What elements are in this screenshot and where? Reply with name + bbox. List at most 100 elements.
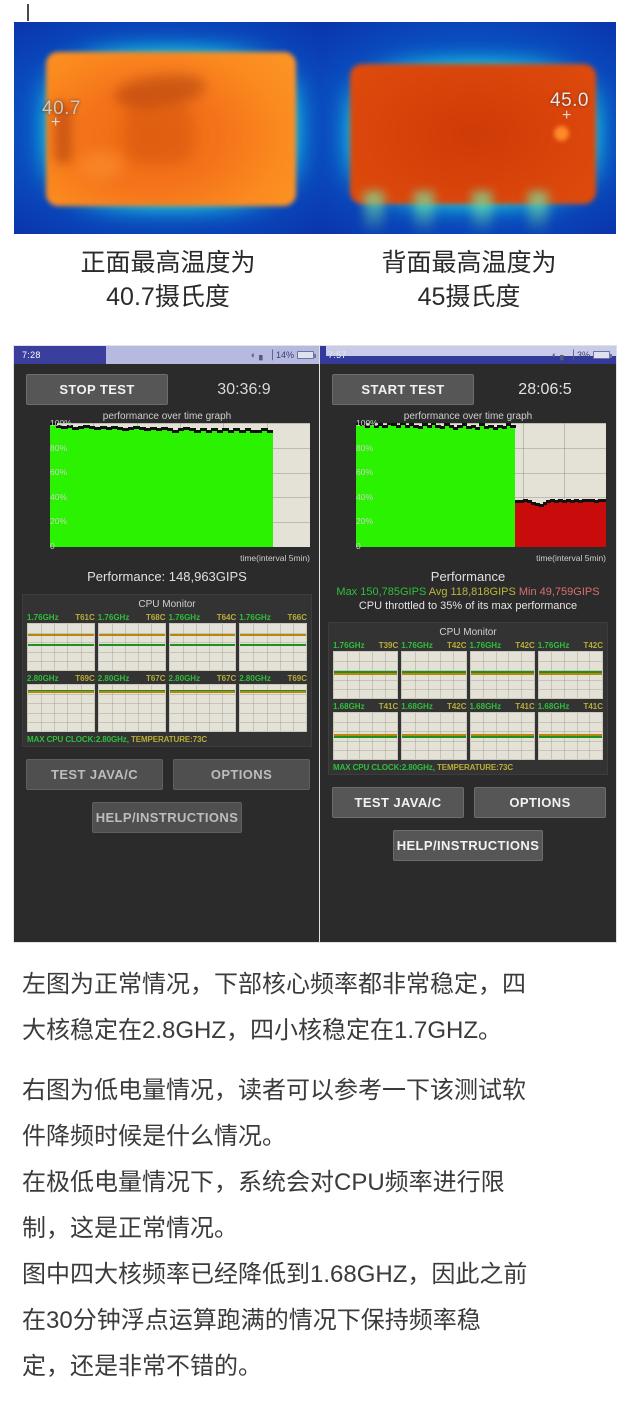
- cpu-core-header: 1.68GHz T41C: [333, 702, 398, 712]
- cpu-core-frequency: 2.80GHz: [27, 674, 59, 683]
- action-buttons-left: TEST JAVA/C OPTIONS: [26, 759, 310, 790]
- cpu-core-load-line: [402, 673, 466, 676]
- cpu-core-load-line: [240, 634, 306, 637]
- paragraph-2-line-2: 件降频时候是什么情况。: [22, 1123, 286, 1150]
- cpu-core-temperature: T42C: [515, 641, 535, 650]
- performance-chart-right: performance over time graph 100% 80% 60%…: [328, 411, 608, 563]
- stat-max: Max 150,785GIPS: [336, 586, 427, 598]
- phone-screenshot-lowbattery: 7:57 ◐ ▖▕ 3% START TEST 28:06:5 performa…: [320, 346, 616, 942]
- cpu-core-plot: [27, 623, 95, 671]
- battery-icon: [593, 351, 612, 359]
- cpu-core-load-line: [334, 673, 398, 676]
- max-cpu-clock: MAX CPU CLOCK:2.80GHz,: [27, 735, 129, 744]
- thermal-hotspot: [554, 126, 569, 141]
- battery-percent: 14%: [275, 350, 294, 360]
- cpu-core-header: 1.76GHz T66C: [239, 613, 307, 623]
- cpu-core-plot: [469, 712, 535, 760]
- cpu-core-temperature: T39C: [378, 641, 399, 650]
- top-controls: STOP TEST 30:36:9: [14, 364, 320, 411]
- cpu-core-cell: 1.76GHz T42C: [401, 641, 467, 699]
- cpu-core-frequency: 2.80GHz: [239, 674, 271, 683]
- cpu-core-header: 1.76GHz T39C: [333, 641, 398, 651]
- cpu-core-cell: 1.68GHz T41C: [333, 702, 399, 760]
- cpu-core-temperature: T69C: [75, 674, 95, 683]
- cpu-core-cell: 2.80GHz T67C: [168, 674, 237, 732]
- paragraph-4-line-2: 在30分钟浮点运算跑满的情况下保持频率稳: [22, 1307, 481, 1334]
- cpu-core-frequency: 1.68GHz: [469, 702, 502, 711]
- test-java-c-button[interactable]: TEST JAVA/C: [26, 759, 163, 790]
- cpu-core-frequency: 2.80GHz: [97, 674, 130, 683]
- cpu-core-frequency-line: [470, 736, 534, 738]
- cpu-core-temperature: T41C: [583, 702, 603, 711]
- performance-stats: Max 150,785GIPS Avg 118,818GIPS Min 49,7…: [320, 586, 616, 598]
- top-controls: START TEST 28:06:5: [320, 364, 616, 411]
- cpu-core-plot: [537, 712, 603, 760]
- cpu-core-header: 2.80GHz T69C: [27, 674, 95, 684]
- cpu-core-plot: [333, 712, 399, 760]
- cpu-core-plot: [401, 712, 467, 760]
- performance-summary: Performance: 148,963GIPS: [87, 569, 247, 584]
- cpu-core-frequency: 1.76GHz: [469, 641, 502, 650]
- cpu-core-frequency-line: [240, 644, 306, 647]
- caption-back: 背面最高温度为 45摄氏度: [322, 246, 616, 314]
- cpu-core-cell: 1.76GHz T42C: [469, 641, 535, 699]
- cpu-core-load-line: [28, 691, 94, 694]
- wifi-icon: ◐: [551, 350, 558, 360]
- cpu-core-plot: [469, 651, 535, 699]
- cpu-core-load-line: [240, 691, 306, 694]
- status-bar: 7:57 ◐ ▖▕ 3%: [320, 346, 616, 364]
- help-instructions-button[interactable]: HELP/INSTRUCTIONS: [92, 802, 242, 833]
- cpu-core-cell: 1.76GHz T39C: [333, 641, 399, 699]
- test-java-c-button[interactable]: TEST JAVA/C: [332, 787, 464, 818]
- cpu-core-plot: [168, 684, 237, 732]
- cpu-core-header: 1.68GHz T41C: [470, 702, 535, 712]
- cpu-core-temperature: T42C: [583, 641, 603, 650]
- cpu-core-temperature: T41C: [515, 702, 535, 711]
- crosshair-icon: +: [51, 114, 61, 131]
- cpu-core-frequency: 1.68GHz: [537, 702, 570, 711]
- cpu-monitor-title: CPU Monitor: [439, 627, 497, 638]
- cpu-core-load-line: [402, 734, 466, 737]
- cpu-core-plot: [97, 623, 166, 671]
- cpu-monitor-footer: MAX CPU CLOCK:2.80GHz, TEMPERATURE:73C: [333, 763, 603, 772]
- thermal-drip: [364, 192, 384, 234]
- stop-test-button[interactable]: STOP TEST: [26, 374, 168, 405]
- cpu-core-plot: [168, 623, 237, 671]
- chart-trace-segment: [266, 429, 274, 433]
- cpu-core-load-line: [470, 734, 534, 737]
- cpu-core-cell: 1.76GHz T68C: [97, 613, 166, 671]
- performance-chart-left: performance over time graph 100% 80% 60%…: [22, 411, 312, 563]
- cpu-core-temperature: T64C: [216, 613, 237, 622]
- thermal-smudge: [80, 150, 124, 180]
- cpu-core-cell: 1.68GHz T42C: [401, 702, 467, 760]
- paragraph-4-line-1: 图中四大核频率已经降低到1.68GHZ，因此之前: [22, 1261, 528, 1288]
- start-test-button[interactable]: START TEST: [332, 374, 474, 405]
- max-cpu-clock: MAX CPU CLOCK:2.80GHz,: [333, 763, 435, 772]
- options-button[interactable]: OPTIONS: [474, 787, 606, 818]
- cpu-core-temperature: T67C: [216, 674, 237, 683]
- help-instructions-button[interactable]: HELP/INSTRUCTIONS: [393, 830, 543, 861]
- cpu-core-header: 1.76GHz T68C: [98, 613, 166, 623]
- cpu-core-temperature: T42C: [446, 702, 467, 711]
- cpu-core-plot: [27, 684, 95, 732]
- options-button[interactable]: OPTIONS: [173, 759, 310, 790]
- cpu-core-cell: 1.76GHz T64C: [168, 613, 237, 671]
- status-bar: 7:28 ◐ ▖▕ 14%: [14, 346, 320, 364]
- cpu-core-temperature: T42C: [446, 641, 467, 650]
- phone-screenshot-normal: 7:28 ◐ ▖▕ 14% STOP TEST 30:36:9 performa…: [14, 346, 320, 942]
- cpu-core-load-line: [470, 673, 534, 676]
- cpu-core-load-line: [169, 634, 236, 637]
- text-caret: [27, 4, 29, 21]
- thermal-smudge: [124, 102, 194, 164]
- cpu-core-load-line: [538, 734, 602, 737]
- cpu-core-frequency: 1.76GHz: [97, 613, 130, 622]
- cpu-temperature: TEMPERATURE:73C: [130, 735, 208, 744]
- cpu-core-plot: [239, 684, 307, 732]
- crosshair-icon: +: [562, 107, 572, 124]
- cpu-core-header: 1.76GHz T42C: [401, 641, 466, 651]
- cpu-core-plot: [401, 651, 467, 699]
- paragraph-3-line-2: 制，这是正常情况。: [22, 1215, 238, 1242]
- caption-front: 正面最高温度为 40.7摄氏度: [14, 246, 322, 314]
- cpu-core-grid-big: 2.80GHz T69C 2.80GHz T67C 2.80GHz T67C 2.80GHz…: [27, 674, 307, 732]
- status-indicators: ◐ ▖▕ 14%: [251, 346, 316, 364]
